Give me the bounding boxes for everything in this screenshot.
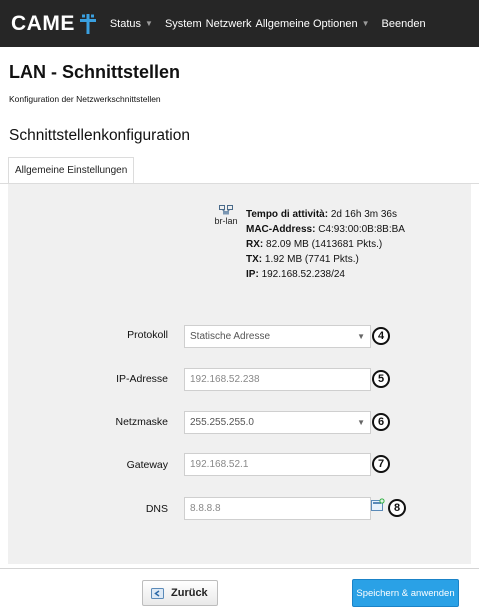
nav-status-label: Status	[109, 17, 142, 30]
dns-label: DNS	[145, 503, 168, 515]
callout-marker-7: 7	[372, 455, 390, 473]
status-ip: IP: 192.168.52.238/24	[246, 267, 405, 282]
callout-marker-8: 8	[388, 499, 406, 517]
nav-system-label: System	[164, 17, 202, 30]
protocol-label: Protokoll	[127, 329, 168, 341]
came-logo[interactable]: CAME	[11, 12, 96, 36]
nav-netzwerk-label: Netzwerk	[205, 17, 252, 30]
nav-beenden-label: Beenden	[381, 17, 426, 30]
rx-value: 82.09 MB (1413681 Pkts.)	[266, 239, 383, 250]
interface-name: br-lan	[214, 216, 238, 226]
uptime-value: 2d 16h 3m 36s	[330, 209, 397, 220]
tab-allgemeine-einstellungen[interactable]: Allgemeine Einstellungen	[8, 157, 135, 183]
status-uptime: Tempo di attività: 2d 16h 3m 36s	[246, 207, 405, 222]
ip-label: IP:	[246, 269, 259, 280]
select-arrow-icon: ▼	[357, 418, 365, 427]
logo-text: CAME	[11, 11, 75, 35]
mac-value: C4:93:00:0B:8B:BA	[318, 224, 405, 235]
save-apply-button[interactable]: Speichern & anwenden	[352, 579, 459, 607]
nav-system[interactable]: System	[165, 18, 202, 30]
mac-label: MAC-Address:	[246, 224, 316, 235]
status-rx: RX: 82.09 MB (1413681 Pkts.)	[246, 237, 405, 252]
ip-address-value: 192.168.52.238	[190, 374, 260, 385]
section-title: Schnittstellenkonfiguration	[9, 127, 190, 144]
callout-marker-4: 4	[372, 327, 390, 345]
add-dns-icon[interactable]	[371, 498, 385, 511]
status-mac: MAC-Address: C4:93:00:0B:8B:BA	[246, 222, 405, 237]
page-description: Konfiguration der Netzwerkschnittstellen	[9, 94, 161, 104]
dns-input[interactable]: 8.8.8.8	[184, 497, 371, 520]
gateway-label: Gateway	[126, 459, 168, 471]
netmask-label: Netzmaske	[115, 416, 168, 428]
ip-address-input[interactable]: 192.168.52.238	[184, 368, 371, 391]
ip-value: 192.168.52.238/24	[261, 269, 345, 280]
nav-status[interactable]: Status ▼	[110, 18, 153, 30]
top-navbar: CAME Status ▼ System Netzwerk Allgemeine…	[0, 0, 479, 47]
chevron-down-icon: ▼	[361, 19, 370, 28]
status-tx: TX: 1.92 MB (7741 Pkts.)	[246, 252, 405, 267]
nav-beenden[interactable]: Beenden	[382, 18, 426, 30]
interface-badge: br-lan	[212, 205, 240, 226]
dns-value: 8.8.8.8	[190, 503, 221, 514]
interface-status: Tempo di attività: 2d 16h 3m 36s MAC-Add…	[246, 207, 405, 282]
callout-marker-6: 6	[372, 413, 390, 431]
select-arrow-icon: ▼	[357, 332, 365, 341]
gateway-value: 192.168.52.1	[190, 459, 249, 470]
gateway-input[interactable]: 192.168.52.1	[184, 453, 371, 476]
nav-allgemeine-optionen-label: Allgemeine Optionen	[255, 17, 358, 30]
rx-label: RX:	[246, 239, 264, 250]
ip-address-label: IP-Adresse	[116, 373, 168, 385]
uptime-label: Tempo di attività:	[246, 209, 329, 220]
netmask-select[interactable]: 255.255.255.0 ▼	[184, 411, 371, 434]
tx-value: 1.92 MB (7741 Pkts.)	[264, 254, 359, 265]
tx-label: TX:	[246, 254, 263, 265]
network-interface-icon	[219, 205, 233, 215]
chevron-down-icon: ▼	[145, 19, 153, 28]
logo-mark-icon	[79, 13, 96, 34]
footer-divider	[0, 568, 479, 569]
protocol-select[interactable]: Statische Adresse ▼	[184, 325, 371, 348]
nav-allgemeine-optionen[interactable]: Allgemeine Optionen ▼	[255, 18, 369, 30]
back-button-label: Zurück	[171, 587, 208, 599]
back-button[interactable]: Zurück	[142, 580, 218, 606]
netmask-value: 255.255.255.0	[190, 417, 254, 428]
back-icon	[151, 587, 164, 599]
protocol-value: Statische Adresse	[190, 331, 271, 342]
page-title: LAN - Schnittstellen	[9, 62, 181, 82]
callout-marker-5: 5	[372, 370, 390, 388]
nav-netzwerk[interactable]: Netzwerk	[206, 18, 252, 30]
